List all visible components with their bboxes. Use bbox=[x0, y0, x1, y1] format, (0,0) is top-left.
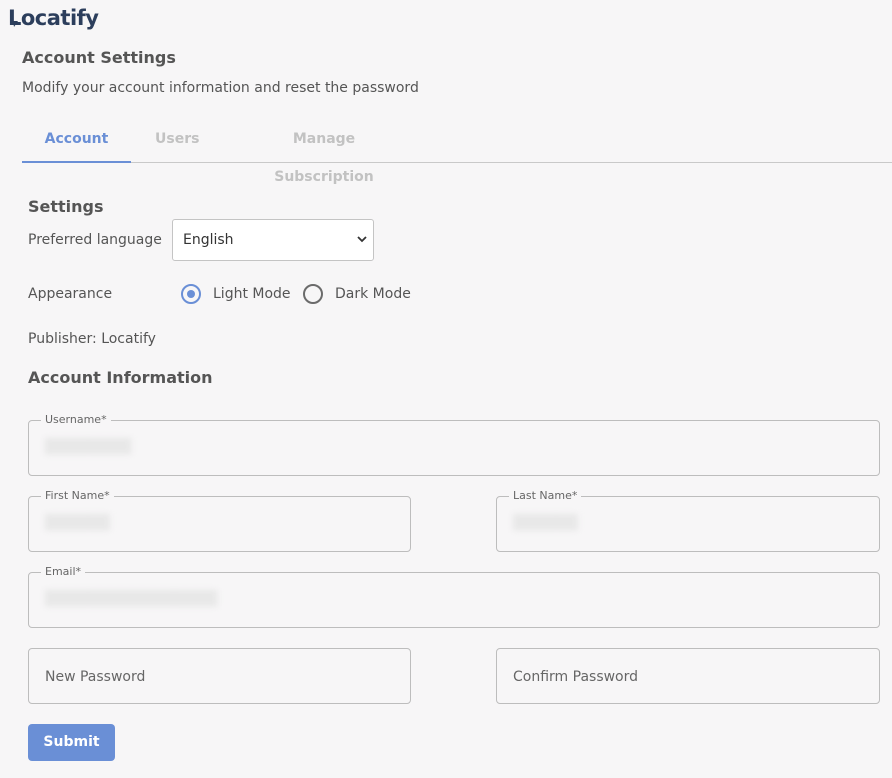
email-field[interactable]: Email* ████████████████ bbox=[28, 565, 880, 628]
last-name-field[interactable]: Last Name* ██████ bbox=[496, 489, 880, 552]
first-name-field[interactable]: First Name* ██████ bbox=[28, 489, 411, 552]
publisher-text: Publisher: Locatify bbox=[28, 331, 156, 347]
tab-bar: Account Users Manage Subscription bbox=[22, 120, 892, 185]
dark-mode-label: Dark Mode bbox=[335, 286, 411, 302]
last-name-field-label: Last Name* bbox=[509, 489, 582, 503]
appearance-label: Appearance bbox=[28, 286, 113, 302]
username-field[interactable]: Username* ████████ bbox=[28, 413, 880, 476]
chevron-down-icon bbox=[357, 236, 367, 243]
dark-mode-radio[interactable] bbox=[303, 284, 323, 304]
map-pin-icon bbox=[13, 21, 18, 27]
confirm-password-placeholder: Confirm Password bbox=[513, 669, 639, 685]
confirm-password-field[interactable]: Confirm Password bbox=[496, 648, 880, 704]
submit-button[interactable]: Submit bbox=[28, 724, 115, 761]
app-logo: Locatify bbox=[8, 6, 99, 30]
email-field-label: Email* bbox=[41, 565, 86, 579]
language-select-value: English bbox=[183, 232, 234, 248]
first-name-field-label: First Name* bbox=[41, 489, 114, 503]
email-value: ████████████████ bbox=[45, 591, 218, 607]
light-mode-radio[interactable] bbox=[181, 284, 201, 304]
light-mode-option[interactable]: Light Mode bbox=[181, 283, 291, 305]
tab-users[interactable]: Users bbox=[155, 120, 199, 163]
logo-text: Locatify bbox=[8, 6, 99, 30]
preferred-language-label: Preferred language bbox=[28, 232, 162, 248]
dark-mode-option[interactable]: Dark Mode bbox=[303, 283, 411, 305]
last-name-value: ██████ bbox=[513, 515, 578, 531]
new-password-placeholder: New Password bbox=[45, 669, 146, 685]
tab-manage-subscription[interactable]: Manage Subscription bbox=[245, 120, 403, 185]
username-field-label: Username* bbox=[41, 413, 111, 427]
settings-section-title: Settings bbox=[28, 197, 104, 216]
first-name-value: ██████ bbox=[45, 515, 110, 531]
page-subtitle: Modify your account information and rese… bbox=[22, 80, 419, 96]
account-info-section-title: Account Information bbox=[28, 368, 213, 387]
light-mode-label: Light Mode bbox=[213, 286, 291, 302]
page-title: Account Settings bbox=[22, 48, 176, 67]
new-password-field[interactable]: New Password bbox=[28, 648, 411, 704]
tab-account[interactable]: Account bbox=[22, 120, 131, 163]
username-value: ████████ bbox=[45, 439, 132, 455]
language-select[interactable]: English bbox=[172, 219, 374, 261]
